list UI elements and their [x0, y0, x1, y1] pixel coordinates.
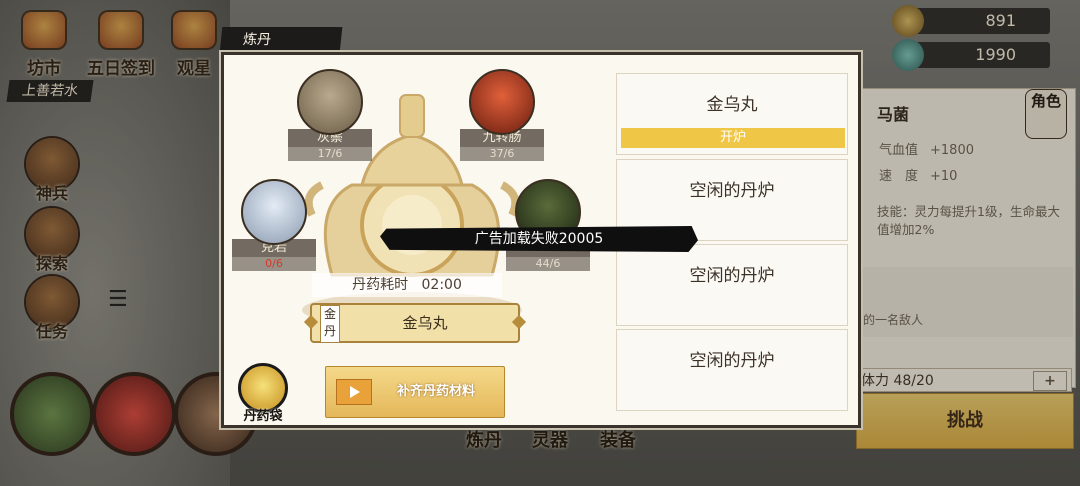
- furnace-slot[interactable]: 空闲的丹炉: [616, 329, 848, 411]
- error-toast: 广告加载失败20005: [380, 226, 698, 252]
- intestine-icon: [469, 69, 535, 135]
- fur-icon: [297, 69, 363, 135]
- ingredient-slot[interactable]: 九转肠 37/6: [460, 69, 544, 161]
- brew-time: 丹药耗时 02:00: [312, 273, 502, 297]
- ingredient-slot[interactable]: 克岩 0/6: [232, 179, 316, 271]
- ingredient-slot[interactable]: 灰鬃 17/6: [288, 69, 372, 161]
- pill-name: 金乌丸: [402, 314, 448, 332]
- pill-type-badge: 金丹: [320, 305, 340, 343]
- play-video-icon: [336, 379, 372, 405]
- rock-icon: [241, 179, 307, 245]
- open-furnace-button[interactable]: 开炉: [621, 128, 845, 148]
- furnace-slot[interactable]: 空闲的丹炉: [616, 244, 848, 326]
- refill-materials-button[interactable]: 补齐丹药材料: [325, 366, 505, 418]
- pill-selector[interactable]: 金丹 金乌丸: [303, 303, 527, 343]
- ingredient-slot[interactable]: 44/6: [506, 179, 590, 271]
- furnace-slot[interactable]: 金乌丸 开炉: [616, 73, 848, 155]
- modal-title: 炼丹: [219, 27, 343, 53]
- pill-bag-button[interactable]: 丹药袋: [234, 363, 292, 424]
